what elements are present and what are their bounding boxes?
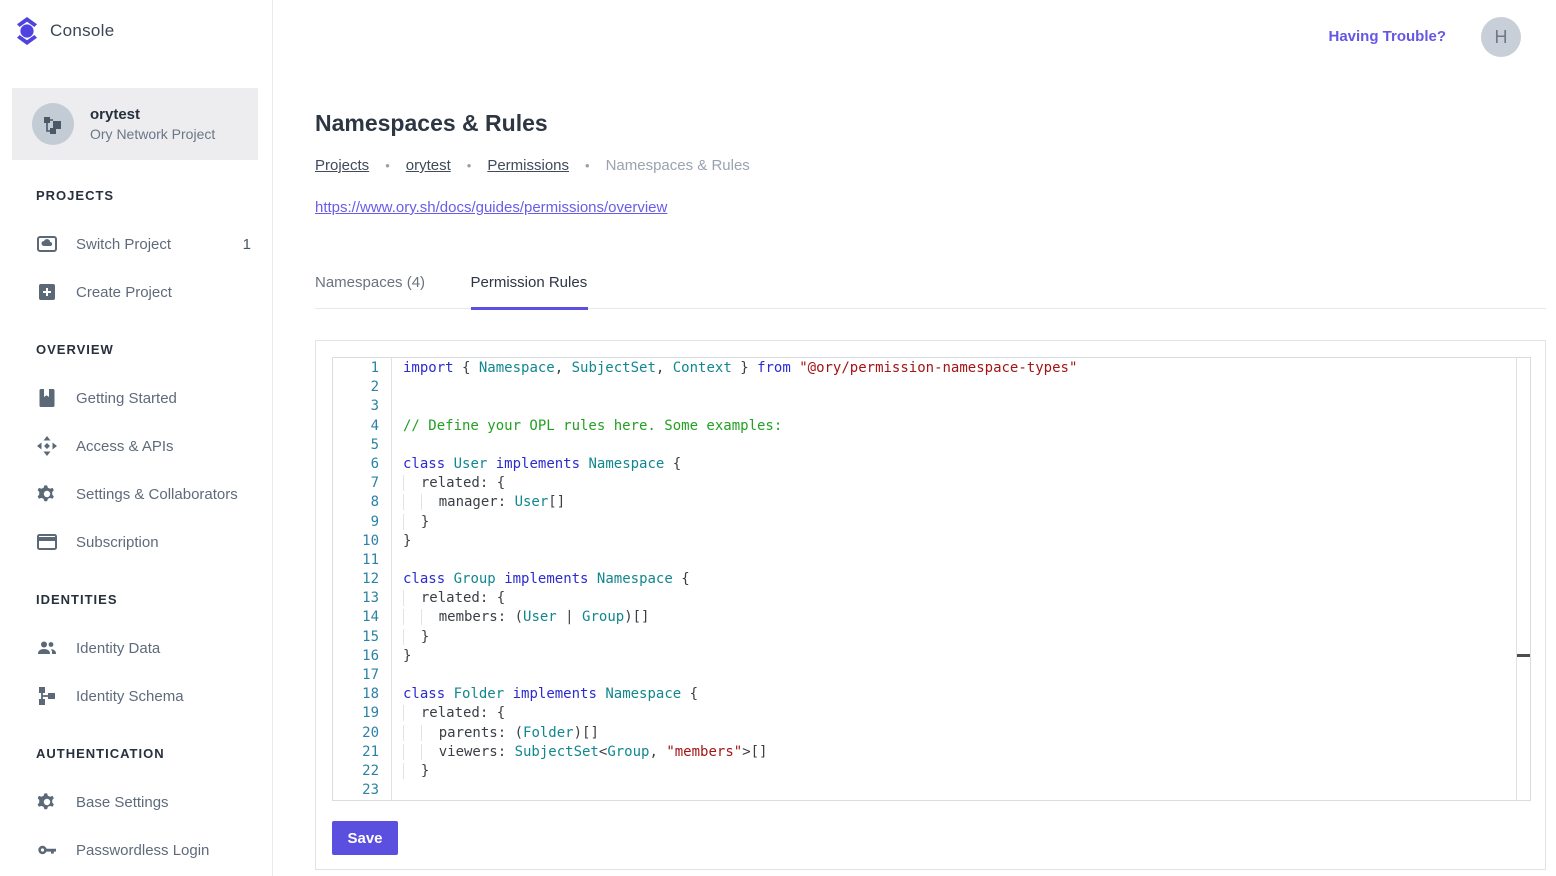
project-tree-icon [42, 113, 64, 135]
save-button[interactable]: Save [332, 821, 398, 855]
tab-namespaces[interactable]: Namespaces (4) [315, 268, 425, 309]
sidebar-item-access-apis[interactable]: Access & APIs [0, 422, 273, 470]
sidebar-item-getting-started[interactable]: Getting Started [0, 374, 273, 422]
nav-heading-projects: PROJECTS [36, 188, 114, 203]
sidebar-item-base-settings[interactable]: Base Settings [0, 778, 273, 826]
gear-icon [35, 790, 59, 814]
sidebar-item-switch-project[interactable]: Switch Project 1 [0, 220, 273, 268]
breadcrumb-separator: • [467, 158, 472, 173]
logo[interactable]: Console [14, 16, 114, 46]
sidebar-item-passwordless-login[interactable]: Passwordless Login [0, 826, 273, 874]
page-title: Namespaces & Rules [315, 110, 548, 137]
dpad-icon [35, 434, 59, 458]
breadcrumb-separator: • [385, 158, 390, 173]
sidebar-item-identity-data[interactable]: Identity Data [0, 624, 273, 672]
nav-heading-overview: OVERVIEW [36, 342, 114, 357]
sidebar: Console orytest Ory Network Project PROJ… [0, 0, 273, 876]
book-icon [35, 386, 59, 410]
tab-bar: Namespaces (4) Permission Rules [315, 268, 1546, 309]
create-project-icon [35, 280, 59, 304]
editor-scrollbar-thumb[interactable] [1517, 654, 1530, 657]
breadcrumb-projects[interactable]: Projects [315, 157, 369, 174]
sidebar-item-subscription[interactable]: Subscription [0, 518, 273, 566]
nav-heading-authentication: AUTHENTICATION [36, 746, 165, 761]
editor-code[interactable]: import { Namespace, SubjectSet, Context … [393, 358, 1516, 800]
switch-project-icon [35, 232, 59, 256]
project-info: orytest Ory Network Project [90, 106, 215, 142]
credit-card-icon [35, 530, 59, 554]
main-content: Namespaces & Rules Projects • orytest • … [315, 0, 1546, 876]
people-icon [35, 636, 59, 660]
project-avatar [32, 103, 74, 145]
breadcrumb-separator: • [585, 158, 590, 173]
key-icon [35, 838, 59, 862]
ory-logo-icon [14, 16, 40, 46]
sidebar-item-settings-collaborators[interactable]: Settings & Collaborators [0, 470, 273, 518]
project-type: Ory Network Project [90, 126, 215, 142]
sidebar-item-create-project[interactable]: Create Project [0, 268, 273, 316]
gear-icon [35, 482, 59, 506]
nav-heading-identities: IDENTITIES [36, 592, 118, 607]
breadcrumb: Projects • orytest • Permissions • Names… [315, 157, 750, 174]
project-selector[interactable]: orytest Ory Network Project [12, 88, 258, 160]
app-title: Console [50, 21, 114, 41]
permission-rules-panel: 123456789101112131415161718192021222324 … [315, 340, 1546, 870]
switch-project-count-badge: 1 [243, 236, 251, 253]
sidebar-item-identity-schema[interactable]: Identity Schema [0, 672, 273, 720]
docs-link[interactable]: https://www.ory.sh/docs/guides/permissio… [315, 199, 667, 216]
breadcrumb-permissions[interactable]: Permissions [487, 157, 569, 174]
opl-code-editor[interactable]: 123456789101112131415161718192021222324 … [332, 357, 1531, 801]
breadcrumb-orytest[interactable]: orytest [406, 157, 451, 174]
editor-gutter: 123456789101112131415161718192021222324 [333, 358, 392, 800]
tab-permission-rules[interactable]: Permission Rules [471, 268, 588, 309]
editor-scrollbar[interactable] [1516, 358, 1530, 800]
breadcrumb-current: Namespaces & Rules [606, 157, 750, 174]
project-name: orytest [90, 106, 215, 123]
schema-icon [35, 684, 59, 708]
